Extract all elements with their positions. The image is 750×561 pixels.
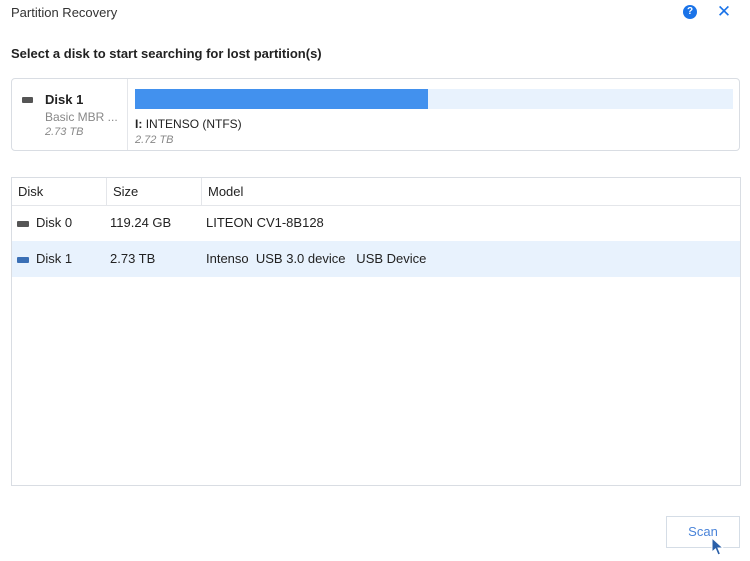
column-divider[interactable]: [106, 178, 107, 205]
partition-letter: I:: [135, 117, 143, 131]
page-heading: Select a disk to start searching for los…: [11, 46, 322, 61]
window-title: Partition Recovery: [11, 5, 118, 20]
disk-name: Disk 1: [45, 92, 84, 107]
column-header-model[interactable]: Model: [208, 184, 243, 199]
row-size: 119.24 GB: [110, 215, 172, 230]
help-icon[interactable]: ?: [683, 5, 697, 19]
column-header-disk[interactable]: Disk: [18, 184, 43, 199]
partition-size: 2.72 TB: [135, 134, 174, 146]
row-model: Intenso USB 3.0 device USB Device: [206, 251, 427, 266]
selected-disk-panel: Disk 1 Basic MBR ... 2.73 TB I: INTENSO …: [11, 78, 740, 151]
scan-button[interactable]: Scan: [666, 516, 740, 548]
row-disk: Disk 0: [36, 215, 73, 230]
disk-type: Basic MBR ...: [45, 110, 118, 124]
row-disk: Disk 1: [36, 251, 73, 266]
partition-name: INTENSO (NTFS): [145, 117, 242, 131]
column-header-size[interactable]: Size: [113, 184, 138, 199]
row-size: 2.73 TB: [110, 251, 156, 266]
table-header: Disk Size Model: [12, 178, 740, 206]
row-model: LITEON CV1-8B128: [206, 215, 324, 230]
column-divider[interactable]: [201, 178, 202, 205]
partition-usage-fill: [135, 89, 429, 109]
hard-drive-icon: [22, 97, 33, 103]
disk-size: 2.73 TB: [45, 126, 84, 138]
partition-usage-bar[interactable]: [135, 89, 733, 109]
disk-table: Disk Size Model Disk 0 119.24 GB LITEON …: [11, 177, 741, 486]
mouse-pointer-icon: [711, 537, 725, 556]
table-row[interactable]: Disk 0 119.24 GB LITEON CV1-8B128: [12, 205, 740, 241]
title-bar: Partition Recovery ? ✕: [0, 0, 750, 26]
close-icon[interactable]: ✕: [715, 3, 733, 21]
usb-drive-icon: [17, 257, 29, 263]
table-row[interactable]: Disk 1 2.73 TB Intenso USB 3.0 device US…: [12, 241, 740, 277]
disk-summary: Disk 1 Basic MBR ... 2.73 TB: [12, 79, 128, 150]
partition-label: I: INTENSO (NTFS): [135, 117, 242, 131]
hard-drive-icon: [17, 221, 29, 227]
